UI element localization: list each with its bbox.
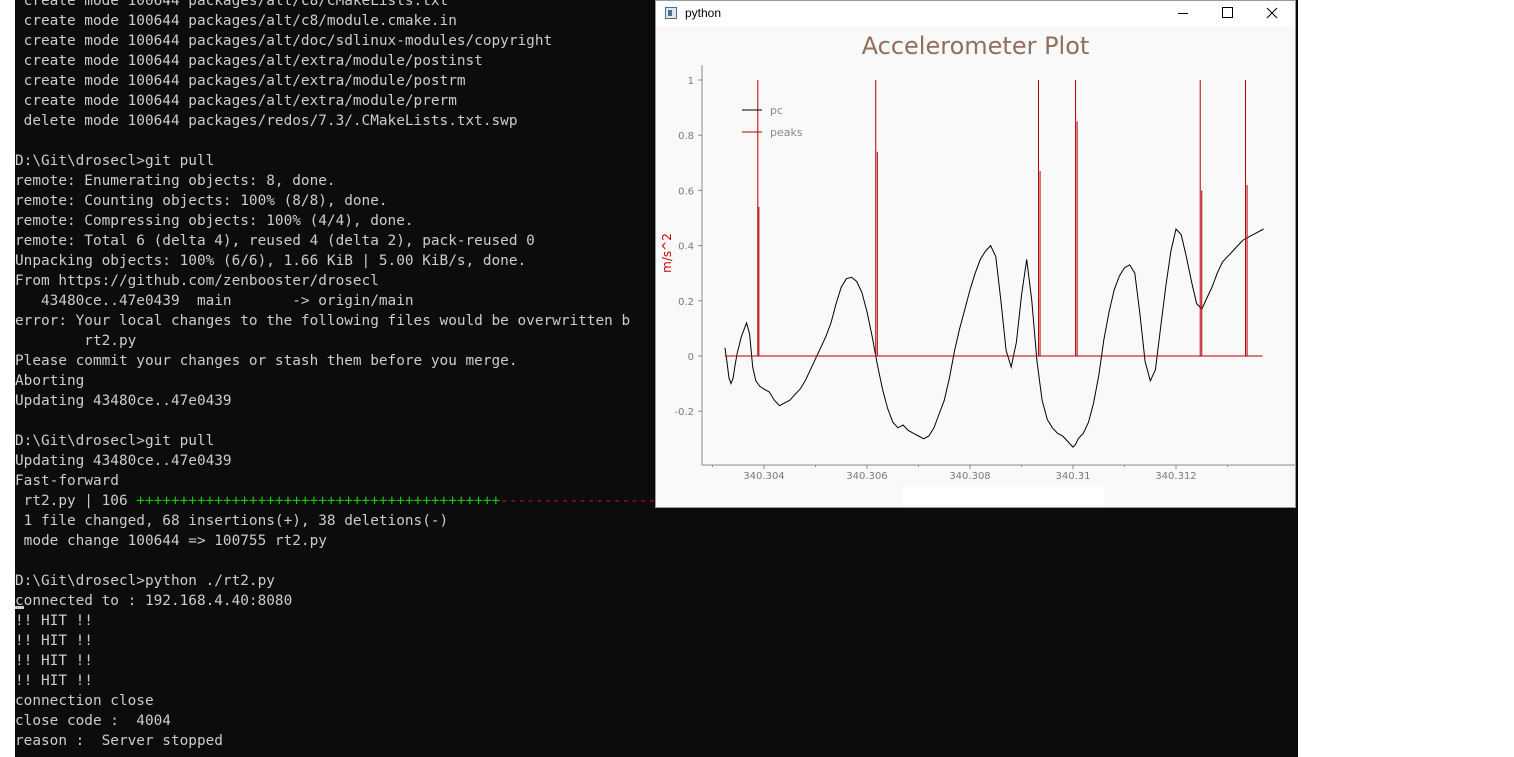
close-button[interactable] <box>1250 1 1295 27</box>
terminal-text: Please commit your changes or stash them… <box>15 353 518 369</box>
y-tick-label: 0.6 <box>678 186 694 197</box>
series-line-pc <box>724 227 1264 448</box>
terminal-text: ++++++++++++++++++++++++++++++++++++++++… <box>136 493 501 509</box>
terminal-text: connection close <box>15 693 154 709</box>
terminal-text: !! HIT !! <box>15 633 93 649</box>
terminal-text: remote: Total 6 (delta 4), reused 4 (del… <box>15 233 535 249</box>
terminal-text: rt2.py <box>15 333 137 349</box>
terminal-text: delete mode 100644 packages/redos/7.3/.C… <box>15 113 518 129</box>
terminal-text: close code : 4004 <box>15 713 171 729</box>
terminal-text: 1 file changed, 68 insertions(+), 38 del… <box>15 513 449 529</box>
terminal-text: create mode 100644 packages/alt/c8/CMake… <box>15 0 449 9</box>
terminal-text: Fast-forward <box>15 473 119 489</box>
terminal-line: D:\Git\drosecl>python ./rt2.py <box>15 571 1298 591</box>
terminal-text: Unpacking objects: 100% (6/6), 1.66 KiB … <box>15 253 527 269</box>
y-tick-label: 0.4 <box>678 242 694 253</box>
y-tick-label: 0.8 <box>678 131 694 142</box>
terminal-text: Updating 43480ce..47e0439 <box>15 453 232 469</box>
terminal-text: create mode 100644 packages/alt/extra/mo… <box>15 93 457 109</box>
terminal-line: close code : 4004 <box>15 711 1298 731</box>
terminal-text: D:\Git\drosecl>git pull <box>15 433 215 449</box>
accelerometer-plot[interactable]: -0.2 0 0.2 0.4 0.6 0.8 1 340.304 340.306 340.308 3… <box>656 27 1295 507</box>
plot-footer <box>902 487 1104 505</box>
minimize-button[interactable] <box>1160 1 1205 27</box>
y-tick-label: 1 <box>688 76 694 87</box>
minimize-icon <box>1178 13 1188 14</box>
terminal-text: !! HIT !! <box>15 673 93 689</box>
title-bar[interactable]: python <box>656 1 1295 27</box>
terminal-text: Updating 43480ce..47e0439 <box>15 393 232 409</box>
terminal-text: connected to : 192.168.4.40:8080 <box>15 593 293 609</box>
terminal-text: error: Your local changes to the followi… <box>15 313 631 329</box>
maximize-button[interactable] <box>1205 1 1250 27</box>
terminal-text: !! HIT !! <box>15 653 93 669</box>
terminal-text: 43480ce..47e0439 main -> origin/main <box>15 293 414 309</box>
y-tick-label: 0 <box>688 352 694 363</box>
terminal-line: connected to : 192.168.4.40:8080 <box>15 591 1298 611</box>
terminal-line: !! HIT !! <box>15 671 1298 691</box>
terminal-line: 1 file changed, 68 insertions(+), 38 del… <box>15 511 1298 531</box>
terminal-text: remote: Compressing objects: 100% (4/4),… <box>15 213 414 229</box>
terminal-text: D:\Git\drosecl>git pull <box>15 153 215 169</box>
terminal-text: rt2.py | 106 <box>15 493 137 509</box>
y-axis-label: m/s^2 <box>660 233 674 273</box>
terminal-line: !! HIT !! <box>15 651 1298 671</box>
terminal-line: !! HIT !! <box>15 631 1298 651</box>
terminal-line: mode change 100644 => 100755 rt2.py <box>15 531 1298 551</box>
y-tick-label: -0.2 <box>674 407 694 418</box>
terminal-text: create mode 100644 packages/alt/c8/modul… <box>15 13 457 29</box>
terminal-text: remote: Enumerating objects: 8, done. <box>15 173 336 189</box>
terminal-line: !! HIT !! <box>15 611 1298 631</box>
python-plot-window[interactable]: python Accelerometer Plot -0.2 0 0.2 0.4 0.6… <box>655 0 1296 508</box>
window-title: python <box>685 6 722 20</box>
y-tick-label: 0.2 <box>678 297 694 308</box>
terminal-text: mode change 100644 => 100755 rt2.py <box>15 533 327 549</box>
x-tick-label: 340.306 <box>846 471 887 482</box>
legend-label: pc <box>770 104 783 117</box>
python-app-icon <box>665 7 677 19</box>
terminal-text: create mode 100644 packages/alt/extra/mo… <box>15 73 466 89</box>
maximize-icon <box>1222 7 1233 18</box>
terminal-text: reason : Server stopped <box>15 733 223 749</box>
terminal-text: Aborting <box>15 373 85 389</box>
x-tick-label: 340.31 <box>1056 471 1091 482</box>
terminal-text: D:\Git\drosecl>python ./rt2.py <box>15 573 275 589</box>
text-cursor <box>15 606 24 609</box>
terminal-text: remote: Counting objects: 100% (8/8), do… <box>15 193 388 209</box>
x-tick-label: 340.304 <box>743 471 784 482</box>
legend-label: peaks <box>770 126 803 139</box>
terminal-text: create mode 100644 packages/alt/doc/sdli… <box>15 33 553 49</box>
terminal-text: !! HIT !! <box>15 613 93 629</box>
terminal-text: From https://github.com/zenbooster/drose… <box>15 273 379 289</box>
terminal-text: create mode 100644 packages/alt/extra/mo… <box>15 53 483 69</box>
x-tick-label: 340.312 <box>1155 471 1196 482</box>
close-icon <box>1266 7 1278 19</box>
terminal-line: connection close <box>15 691 1298 711</box>
x-tick-label: 340.308 <box>949 471 990 482</box>
terminal-line: reason : Server stopped <box>15 731 1298 751</box>
